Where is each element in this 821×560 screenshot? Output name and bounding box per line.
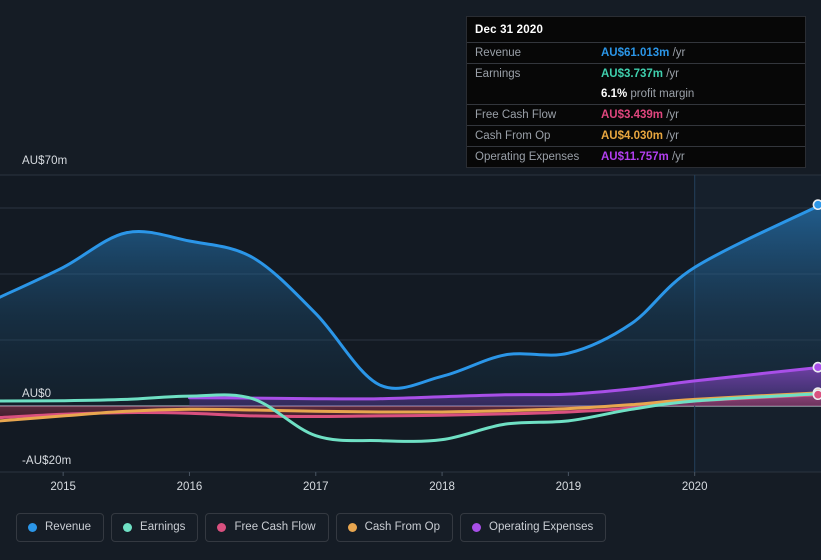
- x-axis-label-2020: 2020: [681, 481, 708, 493]
- tooltip-row: Revenue AU$61.013m /yr: [467, 42, 805, 64]
- tooltip-metric-value: AU$61.013m /yr: [601, 43, 805, 64]
- endpoint-marker-revenue: [812, 199, 821, 211]
- tooltip-row: Cash From Op AU$4.030m /yr: [467, 125, 805, 147]
- y-axis-label-max: AU$70m: [22, 155, 68, 167]
- legend-item-label: Cash From Op: [364, 520, 441, 533]
- legend-item-label: Operating Expenses: [489, 520, 594, 533]
- endpoint-marker-operating-expenses: [812, 361, 821, 373]
- tooltip-metric-value: AU$11.757m /yr: [601, 147, 805, 168]
- legend-item-label: Earnings: [140, 520, 186, 533]
- legend-color-dot-icon: [28, 523, 37, 532]
- legend-item-cash-from-op[interactable]: Cash From Op: [335, 513, 454, 542]
- chart-svg: [0, 174, 821, 476]
- legend-item-revenue[interactable]: Revenue: [16, 513, 105, 542]
- tooltip-metric-value: AU$3.439m /yr: [601, 105, 805, 126]
- legend-item-label: Free Cash Flow: [234, 520, 316, 533]
- tooltip-metric-label: Earnings: [475, 68, 521, 80]
- tooltip-row: Earnings AU$3.737m /yr: [467, 63, 805, 85]
- chart-plot-area: [0, 171, 821, 476]
- x-axis-label-2016: 2016: [176, 481, 203, 493]
- x-axis-label-2018: 2018: [429, 481, 455, 493]
- financial-performance-chart: AU$70m AU$0 -AU$20m 2015 2016 2017 2018 2019…: [0, 0, 821, 560]
- y-axis-label-zero: AU$0: [22, 388, 52, 400]
- endpoint-marker-free-cash-flow: [812, 389, 821, 401]
- chart-legend: Revenue Earnings Free Cash Flow Cash From O…: [16, 513, 607, 542]
- legend-item-label: Revenue: [45, 520, 92, 533]
- tooltip-metric-label: Cash From Op: [475, 130, 551, 142]
- tooltip-profit-margin-value: 6.1% profit margin: [601, 84, 805, 105]
- legend-item-earnings[interactable]: Earnings: [111, 513, 199, 542]
- legend-color-dot-icon: [123, 523, 133, 532]
- legend-item-operating-expenses[interactable]: Operating Expenses: [460, 513, 607, 542]
- tooltip-value-unit: /yr: [663, 68, 679, 80]
- tooltip-value-unit: /yr: [663, 130, 679, 142]
- data-tooltip: Dec 31 2020 Revenue AU$61.013m /yr Earning…: [466, 16, 806, 168]
- tooltip-metric-value: AU$4.030m /yr: [601, 126, 805, 147]
- x-axis-label-2015: 2015: [50, 481, 76, 493]
- tooltip-value-number: AU$4.030m: [601, 130, 664, 142]
- y-axis-label-min: -AU$20m: [22, 455, 72, 467]
- tooltip-profit-margin-row: 6.1% profit margin: [467, 84, 805, 105]
- legend-color-dot-icon: [472, 523, 482, 532]
- tooltip-value-number: AU$3.737m: [601, 68, 664, 80]
- tooltip-metric-label: Revenue: [475, 47, 522, 59]
- tooltip-metric-label: Free Cash Flow: [475, 109, 557, 121]
- legend-item-free-cash-flow[interactable]: Free Cash Flow: [205, 513, 329, 542]
- x-axis-label-2019: 2019: [555, 481, 582, 493]
- tooltip-metric-label: Operating Expenses: [475, 151, 580, 163]
- tooltip-profit-margin-spacer: [467, 84, 601, 105]
- profit-margin-text: profit margin: [627, 88, 695, 100]
- tooltip-row: Free Cash Flow AU$3.439m /yr: [467, 104, 805, 126]
- tooltip-value-number: AU$3.439m: [601, 109, 664, 121]
- tooltip-value-number: AU$11.757m: [601, 151, 669, 163]
- tooltip-row: Operating Expenses AU$11.757m /yr: [467, 146, 805, 168]
- legend-color-dot-icon: [217, 523, 227, 532]
- profit-margin-number: 6.1%: [601, 88, 628, 100]
- tooltip-date: Dec 31 2020: [475, 24, 544, 36]
- tooltip-value-unit: /yr: [663, 109, 679, 121]
- tooltip-value-unit: /yr: [668, 151, 685, 163]
- tooltip-value-unit: /yr: [669, 47, 686, 59]
- tooltip-value-number: AU$61.013m: [601, 47, 670, 59]
- x-axis-label-2017: 2017: [302, 481, 329, 493]
- tooltip-metric-value: AU$3.737m /yr: [601, 64, 805, 85]
- legend-color-dot-icon: [347, 523, 357, 532]
- tooltip-table: Revenue AU$61.013m /yr Earnings AU$3.737m /…: [467, 42, 805, 167]
